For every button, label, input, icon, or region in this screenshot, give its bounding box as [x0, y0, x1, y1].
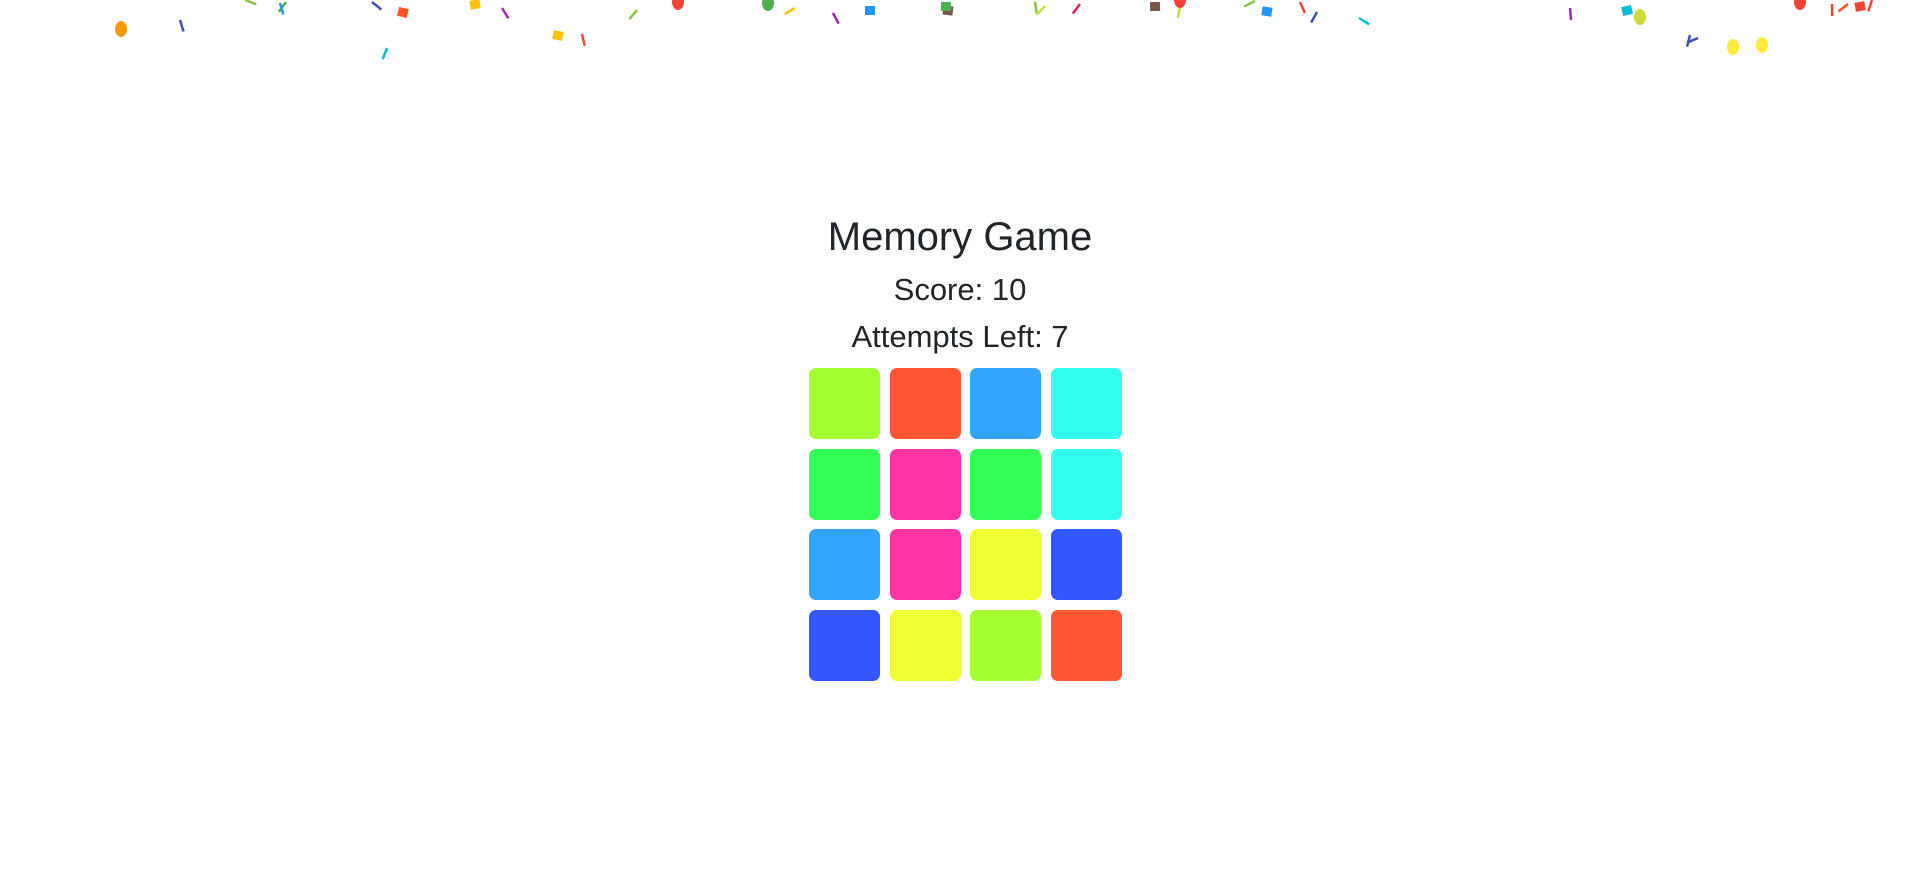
confetti-piece: [469, 0, 481, 10]
card-1-2[interactable]: [889, 368, 961, 439]
confetti-piece: [580, 33, 586, 46]
confetti-piece: [1358, 16, 1370, 26]
confetti-piece: [865, 6, 875, 15]
confetti-piece: [1756, 37, 1768, 53]
game-title: Memory Game: [827, 215, 1093, 259]
card-1-4[interactable]: [1051, 368, 1123, 439]
confetti-piece: [397, 6, 409, 18]
confetti-piece: [1837, 3, 1849, 13]
card-2-2[interactable]: [889, 448, 961, 520]
confetti-piece: [1176, 5, 1182, 19]
confetti-piece: [1634, 9, 1646, 25]
confetti-piece: [1310, 11, 1319, 24]
confetti-piece: [1685, 34, 1692, 47]
confetti-piece: [1686, 36, 1699, 44]
card-1-3[interactable]: [970, 368, 1042, 439]
confetti-piece: [1621, 4, 1633, 16]
card-3-4[interactable]: [1051, 529, 1123, 601]
confetti-piece: [1727, 39, 1739, 55]
confetti-piece: [277, 1, 288, 13]
confetti-piece: [1033, 1, 1039, 15]
confetti-piece: [278, 2, 285, 15]
confetti-piece: [115, 21, 127, 37]
card-4-4[interactable]: [1051, 610, 1123, 682]
attempts-left-display: Attempts Left: 7: [851, 319, 1069, 354]
confetti-piece: [178, 19, 185, 32]
confetti-piece: [1035, 5, 1046, 16]
confetti-piece: [672, 0, 684, 10]
card-4-2[interactable]: [889, 610, 961, 682]
score-display: Score: 10: [893, 272, 1027, 307]
confetti-piece: [500, 7, 510, 19]
card-2-4[interactable]: [1051, 448, 1123, 520]
card-board: [809, 368, 1123, 682]
confetti-decoration: [115, 0, 1874, 60]
confetti-piece: [784, 6, 796, 16]
confetti-piece: [942, 5, 954, 16]
card-3-2[interactable]: [889, 529, 961, 601]
confetti-piece: [1261, 6, 1273, 17]
confetti-piece: [1867, 0, 1874, 12]
confetti-piece: [1854, 1, 1866, 12]
confetti-piece: [762, 0, 774, 11]
confetti-piece: [552, 30, 564, 41]
confetti-piece: [1568, 7, 1573, 21]
confetti-piece: [1149, 1, 1161, 12]
confetti-piece: [1174, 0, 1186, 8]
confetti-piece: [628, 9, 638, 20]
card-3-1[interactable]: [809, 529, 880, 601]
card-4-3[interactable]: [970, 610, 1042, 682]
card-4-1[interactable]: [809, 610, 880, 682]
confetti-piece: [831, 12, 840, 25]
card-2-3[interactable]: [970, 448, 1042, 520]
confetti-piece: [381, 47, 389, 60]
confetti-piece: [371, 1, 383, 11]
confetti-piece: [1794, 0, 1806, 10]
confetti-piece: [1071, 3, 1081, 15]
card-2-1[interactable]: [809, 448, 880, 520]
confetti-piece: [1243, 0, 1256, 8]
confetti-piece: [244, 0, 257, 6]
confetti-piece: [1298, 1, 1307, 14]
card-1-1[interactable]: [809, 368, 880, 439]
card-3-3[interactable]: [970, 529, 1042, 601]
confetti-piece: [940, 1, 952, 12]
